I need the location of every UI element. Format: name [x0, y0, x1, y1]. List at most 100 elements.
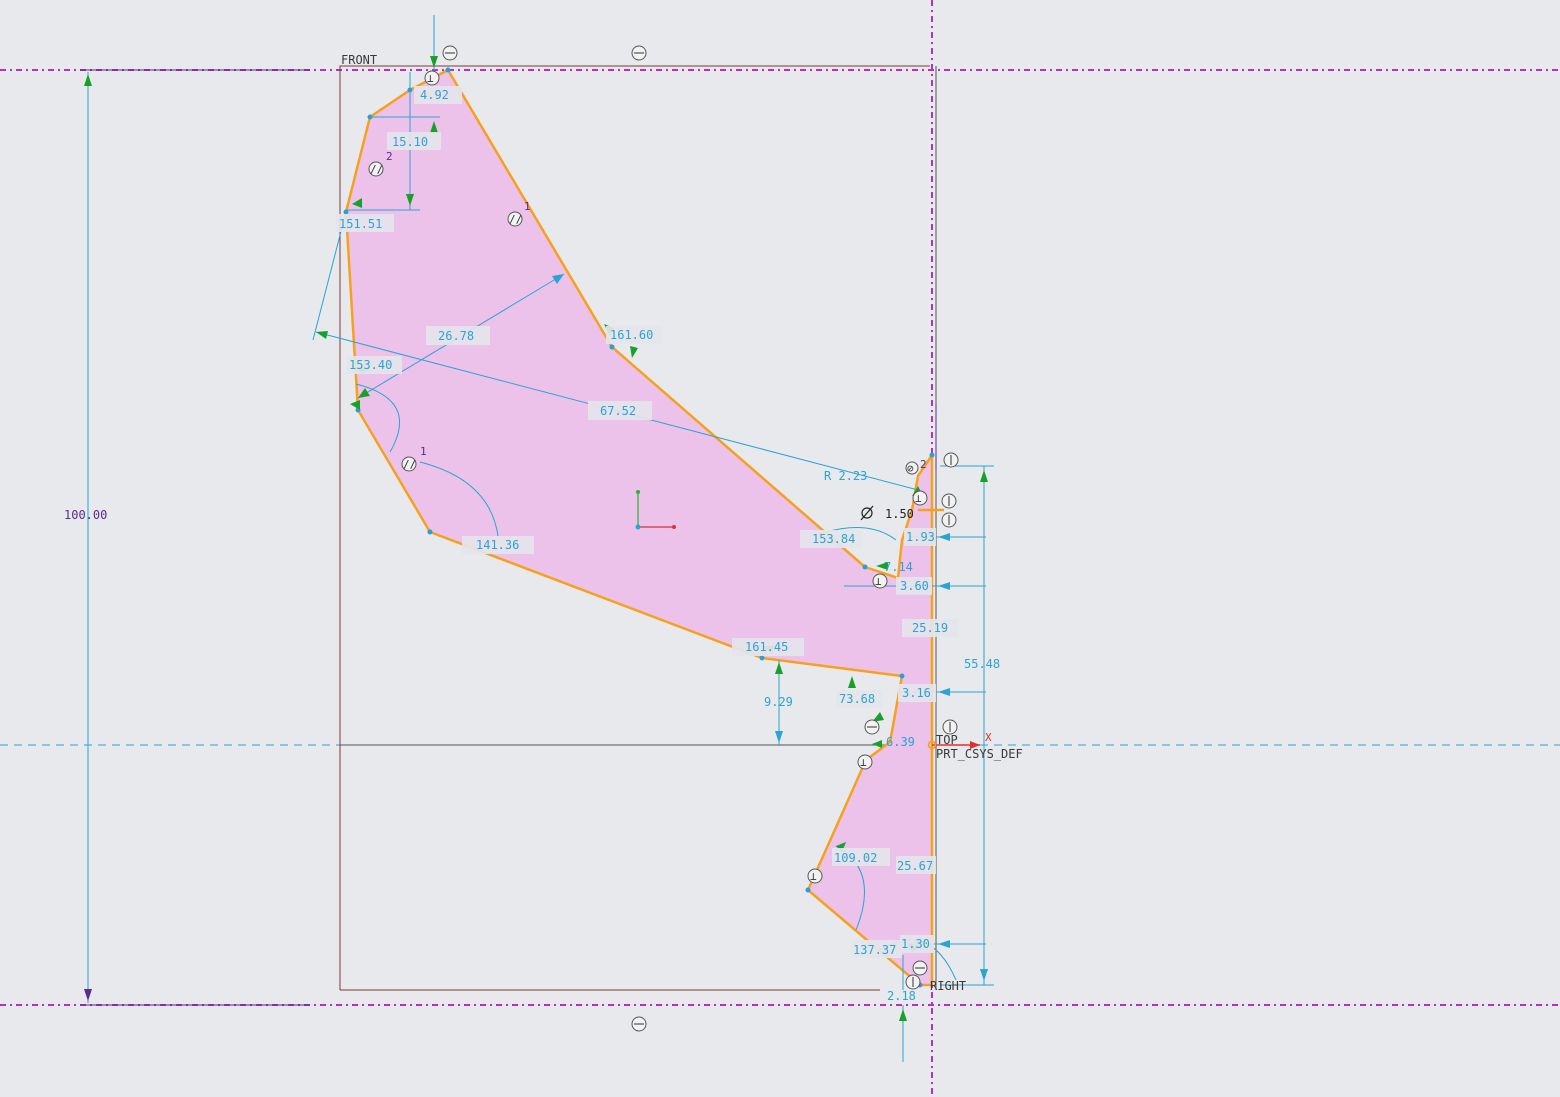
arrow [938, 533, 950, 541]
diameter-symbol-icon [860, 505, 874, 521]
dim-6-39[interactable]: 6.39 [886, 735, 915, 749]
csys-x-label: X [985, 731, 992, 744]
dim-diameter-1-50[interactable]: 1.50 [885, 507, 914, 521]
svg-text:⊥: ⊥ [427, 72, 434, 85]
arrow [316, 331, 328, 339]
part-csys: X TOP PRT_CSYS_DEF RIGHT [927, 731, 1023, 993]
svg-text:1.93: 1.93 [906, 530, 935, 544]
vertex[interactable] [899, 673, 905, 679]
dim-1-93[interactable]: 1.93 [904, 528, 936, 546]
dim-161-45[interactable]: 161.45 [732, 638, 804, 656]
svg-text://: // [403, 458, 416, 471]
dim-25-67[interactable]: 25.67 [896, 856, 936, 874]
horizontal-constraint-icon[interactable] [442, 45, 458, 61]
vertical-constraint-icon[interactable] [941, 512, 957, 528]
constraint-label: 2 [386, 150, 393, 163]
parallel-constraint-icon[interactable]: // [401, 456, 417, 472]
svg-text:151.51: 151.51 [339, 217, 382, 231]
svg-text:73.68: 73.68 [839, 692, 875, 706]
svg-text://: // [509, 213, 522, 226]
arrow [938, 940, 950, 948]
dim-151-51[interactable]: 151.51 [336, 214, 394, 232]
svg-text:153.40: 153.40 [349, 358, 392, 372]
arrow-up [84, 74, 92, 86]
parallel-constraint-icon[interactable]: // [368, 161, 384, 177]
svg-text:R 2.23: R 2.23 [824, 469, 867, 483]
vertex[interactable] [805, 887, 811, 893]
dim-26-78[interactable]: 26.78 [426, 326, 490, 345]
vertical-constraint-icon[interactable] [941, 493, 957, 509]
svg-text:7.14: 7.14 [884, 560, 913, 574]
vertex[interactable] [759, 655, 765, 661]
svg-text:9.29: 9.29 [764, 695, 793, 709]
x-axis-dot [672, 525, 676, 529]
vertex[interactable] [427, 529, 433, 535]
constraint-label: 1 [420, 445, 427, 458]
constraint-label: 1 [524, 200, 531, 213]
horizontal-constraint-icon[interactable] [631, 45, 647, 61]
svg-text:109.02: 109.02 [834, 851, 877, 865]
svg-text:4.92: 4.92 [420, 88, 449, 102]
svg-text:137.37: 137.37 [853, 943, 896, 957]
parallel-constraint-icon[interactable]: ⊘ [905, 461, 919, 475]
svg-text:100.00: 100.00 [64, 508, 107, 522]
vertex[interactable] [609, 344, 615, 350]
y-axis-dot [636, 490, 640, 494]
top-plane-label: TOP [936, 733, 958, 747]
dim-1-30[interactable]: 1.30 [900, 935, 934, 953]
dim-4-92[interactable]: 4.92 [414, 86, 462, 104]
dim-2-18[interactable]: 2.18 [887, 989, 916, 1003]
dim-153-84[interactable]: 153.84 [800, 530, 862, 548]
svg-text:161.45: 161.45 [745, 640, 788, 654]
dim-55-48[interactable]: 55.48 [964, 657, 1000, 671]
vertical-constraint-icon[interactable] [943, 452, 959, 468]
dim-67-52[interactable]: 67.52 [588, 401, 652, 420]
dim-73-68[interactable]: 73.68 [836, 690, 882, 708]
svg-text:⊥: ⊥ [915, 492, 922, 505]
arrow [350, 400, 360, 410]
dim-109-02[interactable]: 109.02 [832, 848, 890, 866]
dim-radius-2-23[interactable]: R 2.23 [824, 469, 867, 483]
vertex[interactable] [929, 452, 935, 458]
dim-153-40[interactable]: 153.40 [346, 356, 402, 374]
horizontal-constraint-icon[interactable] [864, 719, 880, 735]
arrow [630, 346, 638, 358]
vertical-constraint-icon[interactable] [905, 974, 921, 990]
perpendicular-constraint-icon[interactable]: ⊥ [807, 868, 823, 884]
perpendicular-constraint-icon[interactable]: ⊥ [912, 490, 928, 506]
horizontal-constraint-icon[interactable] [631, 1016, 647, 1032]
svg-text:26.78: 26.78 [438, 329, 474, 343]
origin-dot [635, 524, 641, 530]
perpendicular-constraint-icon[interactable]: ⊥ [424, 70, 440, 86]
vertical-constraint-icon[interactable] [942, 719, 958, 735]
front-plane-label: FRONT [341, 53, 377, 67]
parallel-constraint-icon[interactable]: // [507, 211, 523, 227]
dim-141-36[interactable]: 141.36 [462, 536, 534, 554]
vertex[interactable] [445, 67, 451, 73]
svg-text:25.67: 25.67 [897, 859, 933, 873]
dim-7-14[interactable]: 7.14 [884, 560, 913, 574]
arrow-down [84, 989, 92, 1001]
svg-text:⊥: ⊥ [810, 870, 817, 883]
vertex[interactable] [862, 564, 868, 570]
svg-text:55.48: 55.48 [964, 657, 1000, 671]
svg-text:25.19: 25.19 [912, 621, 948, 635]
dim-100[interactable]: 100.00 [64, 508, 107, 522]
dim-15-10[interactable]: 15.10 [387, 132, 441, 150]
horizontal-constraint-icon[interactable] [912, 960, 928, 976]
dim-137-37[interactable]: 137.37 [852, 940, 902, 958]
dim-161-60[interactable]: 161.60 [606, 326, 662, 344]
svg-text:15.10: 15.10 [392, 135, 428, 149]
dim-3-16[interactable]: 3.16 [898, 684, 936, 702]
arrow-down [775, 731, 783, 743]
svg-text://: // [370, 163, 383, 176]
right-plane-label: RIGHT [930, 979, 966, 993]
perpendicular-constraint-icon[interactable]: ⊥ [857, 754, 873, 770]
sketch-canvas[interactable]: FRONT X TOP PRT_CSYS_DEF RIGHT // 2 // 1… [0, 0, 1560, 1097]
dim-25-19[interactable]: 25.19 [902, 619, 958, 637]
dim-9-29[interactable]: 9.29 [764, 695, 793, 709]
dim-3-60[interactable]: 3.60 [896, 577, 932, 595]
svg-text:3.60: 3.60 [900, 579, 929, 593]
svg-text:6.39: 6.39 [886, 735, 915, 749]
perpendicular-constraint-icon[interactable]: ⊥ [872, 573, 888, 589]
